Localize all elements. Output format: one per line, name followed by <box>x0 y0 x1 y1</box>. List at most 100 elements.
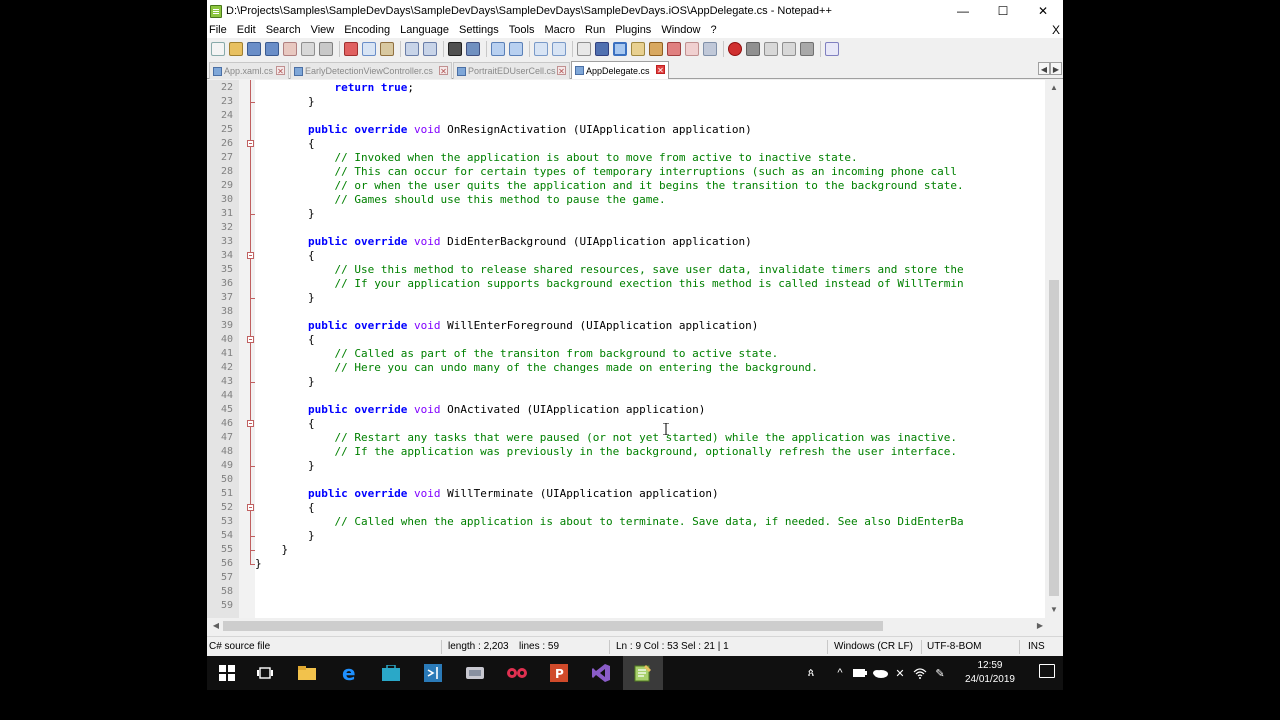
save-icon[interactable] <box>247 42 261 56</box>
action-center-icon[interactable] <box>1039 664 1055 678</box>
taskbar-visual-studio[interactable] <box>581 656 621 690</box>
taskbar-file-explorer[interactable] <box>287 656 327 690</box>
close-button[interactable]: ✕ <box>1023 0 1063 22</box>
copy-icon[interactable] <box>362 42 376 56</box>
tab-close-icon[interactable]: ✕ <box>276 66 285 76</box>
open-file-icon[interactable] <box>229 42 243 56</box>
fold-toggle-icon[interactable] <box>247 140 254 147</box>
monitoring-icon[interactable] <box>703 42 717 56</box>
people-icon[interactable]: ጰ <box>801 656 821 690</box>
zoom-out-icon[interactable] <box>509 42 523 56</box>
save-all-icon[interactable] <box>265 42 279 56</box>
maximize-button[interactable]: ☐ <box>983 0 1023 22</box>
fold-toggle-icon[interactable] <box>247 504 254 511</box>
tab-app-delegate-cs[interactable]: AppDelegate.cs ✕ <box>571 61 669 79</box>
tab-early-detection-view-controller-cs[interactable]: EarlyDetectionViewController.cs ✕ <box>290 62 452 79</box>
menu-file[interactable]: File <box>207 24 232 36</box>
menu-view[interactable]: View <box>306 24 340 36</box>
menu-edit[interactable]: Edit <box>232 24 261 36</box>
tab-scroll-left-icon[interactable]: ◀ <box>1038 62 1050 75</box>
word-wrap-icon[interactable] <box>577 42 591 56</box>
replace-icon[interactable] <box>466 42 480 56</box>
sync-horizontal-icon[interactable] <box>552 42 566 56</box>
tab-app-xaml-cs[interactable]: App.xaml.cs ✕ <box>209 62 289 79</box>
status-insert-mode[interactable]: INS <box>1028 641 1045 652</box>
playback-macro-icon[interactable] <box>764 42 778 56</box>
fold-toggle-icon[interactable] <box>247 420 254 427</box>
menu-language[interactable]: Language <box>395 24 454 36</box>
redo-icon[interactable] <box>423 42 437 56</box>
close-document-button[interactable]: X <box>1052 22 1060 38</box>
menu-settings[interactable]: Settings <box>454 24 504 36</box>
menu-window[interactable]: Window <box>656 24 705 36</box>
taskbar-app[interactable] <box>455 656 495 690</box>
undo-icon[interactable] <box>405 42 419 56</box>
menu-plugins[interactable]: Plugins <box>610 24 656 36</box>
show-all-characters-icon[interactable] <box>595 42 609 56</box>
function-list-icon[interactable] <box>667 42 681 56</box>
taskbar-edge[interactable]: e <box>329 656 369 690</box>
zoom-in-icon[interactable] <box>491 42 505 56</box>
stop-recording-icon[interactable] <box>746 42 760 56</box>
horizontal-scroll-thumb[interactable] <box>223 621 883 631</box>
spell-check-icon[interactable] <box>825 42 839 56</box>
battery-icon[interactable] <box>851 656 869 690</box>
onedrive-icon[interactable] <box>871 656 889 690</box>
status-encoding[interactable]: UTF-8-BOM <box>927 641 981 652</box>
tab-portrait-ed-user-cell-cs[interactable]: PortraitEDUserCell.cs ✕ <box>453 62 570 79</box>
menu-help[interactable]: ? <box>705 24 721 36</box>
folder-as-workspace-icon[interactable] <box>685 42 699 56</box>
menu-macro[interactable]: Macro <box>539 24 580 36</box>
scroll-down-icon[interactable]: ▼ <box>1045 602 1063 618</box>
tab-close-icon[interactable]: ✕ <box>656 65 665 75</box>
sync-vertical-icon[interactable] <box>534 42 548 56</box>
print-icon[interactable] <box>319 42 333 56</box>
start-button[interactable] <box>207 656 247 690</box>
indent-guide-icon[interactable] <box>613 42 627 56</box>
taskbar-powerpoint[interactable]: P <box>539 656 579 690</box>
taskbar-vscode[interactable] <box>413 656 453 690</box>
tab-scroll-right-icon[interactable]: ▶ <box>1050 62 1062 75</box>
taskbar-notepadpp[interactable] <box>623 656 663 690</box>
fold-toggle-icon[interactable] <box>247 252 254 259</box>
pen-ink-icon[interactable]: ✎ <box>931 656 949 690</box>
taskbar-recorder[interactable] <box>497 656 537 690</box>
title-bar[interactable]: D:\Projects\Samples\SampleDevDays\Sample… <box>207 0 1063 22</box>
taskbar-clock[interactable]: 12:59 24/01/2019 <box>965 659 1015 687</box>
menu-run[interactable]: Run <box>580 24 610 36</box>
task-view-button[interactable] <box>245 656 285 690</box>
fold-toggle-icon[interactable] <box>247 336 254 343</box>
close-file-icon[interactable] <box>283 42 297 56</box>
wifi-icon[interactable] <box>911 656 929 690</box>
find-icon[interactable] <box>448 42 462 56</box>
show-hidden-icons-icon[interactable]: ^ <box>833 656 847 690</box>
cut-icon[interactable] <box>344 42 358 56</box>
minimize-button[interactable]: — <box>943 0 983 22</box>
fold-margin[interactable] <box>239 80 255 618</box>
horizontal-scrollbar[interactable]: ◀ ▶ <box>207 618 1063 634</box>
code-text[interactable]: return true; } public override void OnRe… <box>255 80 1045 618</box>
run-macro-multiple-icon[interactable] <box>782 42 796 56</box>
status-eol[interactable]: Windows (CR LF) <box>834 641 913 652</box>
menu-search[interactable]: Search <box>261 24 306 36</box>
notepadpp-app-icon[interactable] <box>210 4 222 18</box>
user-language-icon[interactable] <box>631 42 645 56</box>
network-disconnected-icon[interactable]: ✕ <box>891 656 909 690</box>
record-macro-icon[interactable] <box>728 42 742 56</box>
tab-close-icon[interactable]: ✕ <box>439 66 448 76</box>
menu-tools[interactable]: Tools <box>504 24 540 36</box>
vertical-scroll-thumb[interactable] <box>1049 280 1059 596</box>
code-editor[interactable]: 22 23 24 25 26 27 28 29 30 31 32 33 34 35 36 37 38 39 40 41… <box>207 80 1063 618</box>
tab-close-icon[interactable]: ✕ <box>557 66 566 76</box>
scroll-up-icon[interactable]: ▲ <box>1045 80 1063 96</box>
scroll-right-icon[interactable]: ▶ <box>1031 618 1049 634</box>
close-all-icon[interactable] <box>301 42 315 56</box>
save-macro-icon[interactable] <box>800 42 814 56</box>
document-map-icon[interactable] <box>649 42 663 56</box>
new-file-icon[interactable] <box>211 42 225 56</box>
taskbar-store[interactable] <box>371 656 411 690</box>
vertical-scrollbar[interactable]: ▲ ▼ <box>1045 80 1063 618</box>
menu-encoding[interactable]: Encoding <box>339 24 395 36</box>
paste-icon[interactable] <box>380 42 394 56</box>
